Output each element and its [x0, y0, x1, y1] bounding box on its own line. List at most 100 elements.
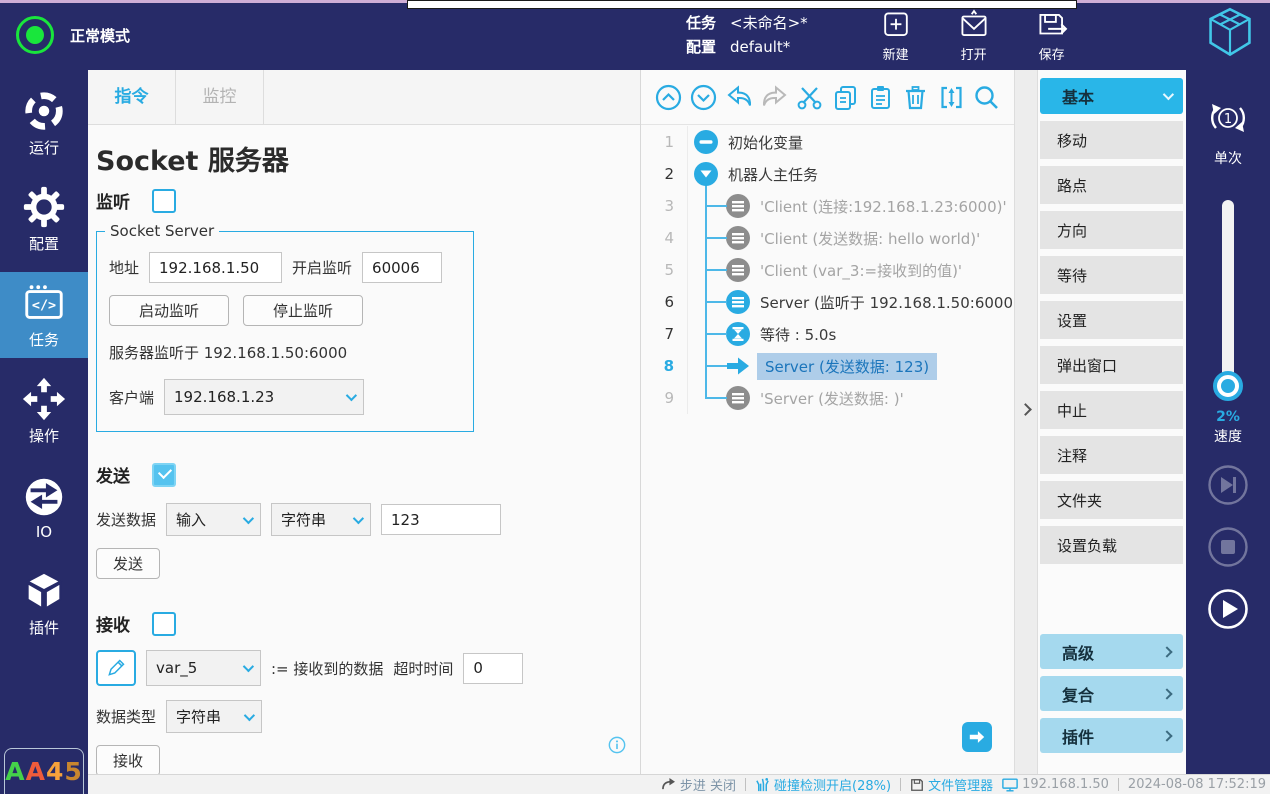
delete-icon[interactable] — [902, 84, 929, 111]
send-type-select[interactable]: 字符串 — [271, 503, 371, 536]
tab-instruction[interactable]: 指令 — [88, 70, 176, 124]
menu-circle-icon[interactable] — [725, 225, 751, 251]
single-run-label: 单次 — [1214, 148, 1242, 168]
badge-char: A — [5, 757, 25, 786]
open-file-icon — [956, 8, 992, 42]
config-label: 配置 — [686, 35, 716, 59]
collision-detect-status[interactable]: 碰撞检测开启(28%) — [755, 775, 891, 794]
line-number: 6 — [641, 286, 688, 318]
new-button[interactable]: 新建 — [878, 8, 914, 63]
stop-listen-button[interactable]: 停止监听 — [243, 295, 363, 326]
tree-row[interactable]: 2 机器人主任务 — [641, 158, 1014, 190]
menu-circle-icon[interactable] — [725, 193, 751, 219]
panel-expander[interactable] — [1014, 70, 1038, 775]
palette-group-advanced[interactable]: 高级 — [1040, 634, 1183, 669]
palette-item-waypoint[interactable]: 路点 — [1040, 166, 1183, 204]
arrow-right-icon[interactable] — [725, 353, 751, 379]
move-down-icon[interactable] — [690, 84, 717, 111]
timeout-input[interactable] — [463, 653, 523, 684]
undo-icon[interactable] — [726, 84, 753, 111]
step-mode-status[interactable]: 步进 关闭 — [661, 775, 736, 794]
info-icon[interactable] — [608, 736, 626, 758]
single-run-toggle[interactable]: 1 单次 — [1202, 92, 1254, 168]
send-source-select[interactable]: 输入 — [166, 503, 261, 536]
speed-slider[interactable] — [1222, 200, 1234, 395]
receive-checkbox[interactable] — [152, 612, 176, 636]
copy-icon[interactable] — [832, 84, 859, 111]
palette-item-wait[interactable]: 等待 — [1040, 256, 1183, 294]
move-up-icon[interactable] — [655, 84, 682, 111]
tree-row[interactable]: 1 初始化变量 — [641, 126, 1014, 158]
menu-circle-icon[interactable] — [725, 385, 751, 411]
open-button[interactable]: 打开 — [956, 8, 992, 63]
palette-item-popup[interactable]: 弹出窗口 — [1040, 346, 1183, 384]
sidebar-item-io[interactable]: IO — [0, 464, 88, 550]
listen-checkbox[interactable] — [152, 189, 176, 213]
line-number: 9 — [641, 382, 688, 414]
palette-item-set[interactable]: 设置 — [1040, 301, 1183, 339]
sidebar-item-plugin[interactable]: 插件 — [0, 560, 88, 646]
goto-selected-button[interactable] — [962, 722, 992, 752]
stop-button[interactable] — [1207, 526, 1249, 568]
step-next-button[interactable] — [1207, 464, 1249, 506]
sidebar-item-label: 任务 — [29, 329, 59, 350]
palette-group-composite[interactable]: 复合 — [1040, 676, 1183, 711]
sidebar-item-operate[interactable]: 操作 — [0, 368, 88, 454]
replace-icon[interactable] — [938, 84, 965, 111]
palette-item-abort[interactable]: 中止 — [1040, 391, 1183, 429]
client-select[interactable]: 192.168.1.23 — [164, 379, 364, 415]
minus-circle-icon[interactable] — [693, 129, 719, 155]
address-input[interactable] — [149, 252, 282, 283]
panel-tabs: 指令 监控 — [88, 70, 640, 125]
sidebar-item-label: 插件 — [29, 617, 59, 638]
tab-monitor[interactable]: 监控 — [176, 70, 264, 124]
tree-row[interactable]: 5 'Client (var_3:=接收到的值)' — [641, 254, 1014, 286]
send-checkbox[interactable] — [152, 463, 176, 487]
sidebar-item-task[interactable]: </> 任务 — [0, 272, 88, 358]
tree-row[interactable]: 4 'Client (发送数据: hello world)' — [641, 222, 1014, 254]
palette-item-comment[interactable]: 注释 — [1040, 436, 1183, 474]
play-button[interactable] — [1207, 588, 1249, 630]
sidebar-item-run[interactable]: 运行 — [0, 80, 88, 166]
palette-item-payload[interactable]: 设置负载 — [1040, 526, 1183, 564]
socket-server-group: Socket Server 地址 开启监听 启动监听 停止监听 服务器监听于 1… — [96, 231, 474, 432]
divider — [1118, 778, 1119, 791]
sidebar-item-config[interactable]: 配置 — [0, 176, 88, 262]
save-button[interactable]: 保存 — [1034, 8, 1070, 63]
assign-text: := 接收到的数据 — [271, 658, 383, 679]
datatype-select[interactable]: 字符串 — [166, 700, 262, 733]
palette-item-move[interactable]: 移动 — [1040, 121, 1183, 159]
palette-item-direction[interactable]: 方向 — [1040, 211, 1183, 249]
start-listen-button[interactable]: 启动监听 — [109, 295, 229, 326]
send-data-input[interactable] — [381, 504, 501, 535]
new-button-label: 新建 — [883, 44, 909, 63]
file-manager-link[interactable]: 文件管理器 — [910, 775, 993, 794]
port-input[interactable] — [362, 252, 442, 283]
io-swap-icon — [21, 474, 67, 520]
palette-header-basic[interactable]: 基本 — [1040, 78, 1183, 114]
send-action-button[interactable]: 发送 — [96, 548, 160, 579]
cut-icon[interactable] — [796, 84, 823, 111]
palette-group-plugin[interactable]: 插件 — [1040, 718, 1183, 753]
receive-action-button[interactable]: 接收 — [96, 745, 160, 776]
search-icon[interactable] — [973, 84, 1000, 111]
palette-item-folder[interactable]: 文件夹 — [1040, 481, 1183, 519]
speed-slider-thumb[interactable] — [1213, 371, 1243, 401]
tree-row-selected[interactable]: 8 Server (发送数据: 123) — [641, 350, 1014, 382]
tree-row[interactable]: 6 Server (监听于 192.168.1.50:6000) — [641, 286, 1014, 318]
paste-icon[interactable] — [867, 84, 894, 111]
edit-variable-button[interactable] — [96, 650, 136, 686]
menu-circle-icon[interactable] — [725, 257, 751, 283]
tree-row[interactable]: 7 等待 : 5.0s — [641, 318, 1014, 350]
brand-logo-icon — [1204, 6, 1256, 64]
menu-circle-icon[interactable] — [725, 289, 751, 315]
receive-var-select[interactable]: var_5 — [146, 650, 261, 686]
floppy-icon — [910, 778, 924, 792]
tree-row[interactable]: 9 'Server (发送数据: )' — [641, 382, 1014, 414]
tree-row-label: Server (发送数据: 123) — [757, 353, 937, 380]
hourglass-icon[interactable] — [725, 321, 751, 347]
collapse-triangle-icon[interactable] — [693, 161, 719, 187]
tree-row-label: 等待 : 5.0s — [760, 324, 836, 345]
redo-icon[interactable] — [761, 84, 788, 111]
tree-row[interactable]: 3 'Client (连接:192.168.1.23:6000)' — [641, 190, 1014, 222]
